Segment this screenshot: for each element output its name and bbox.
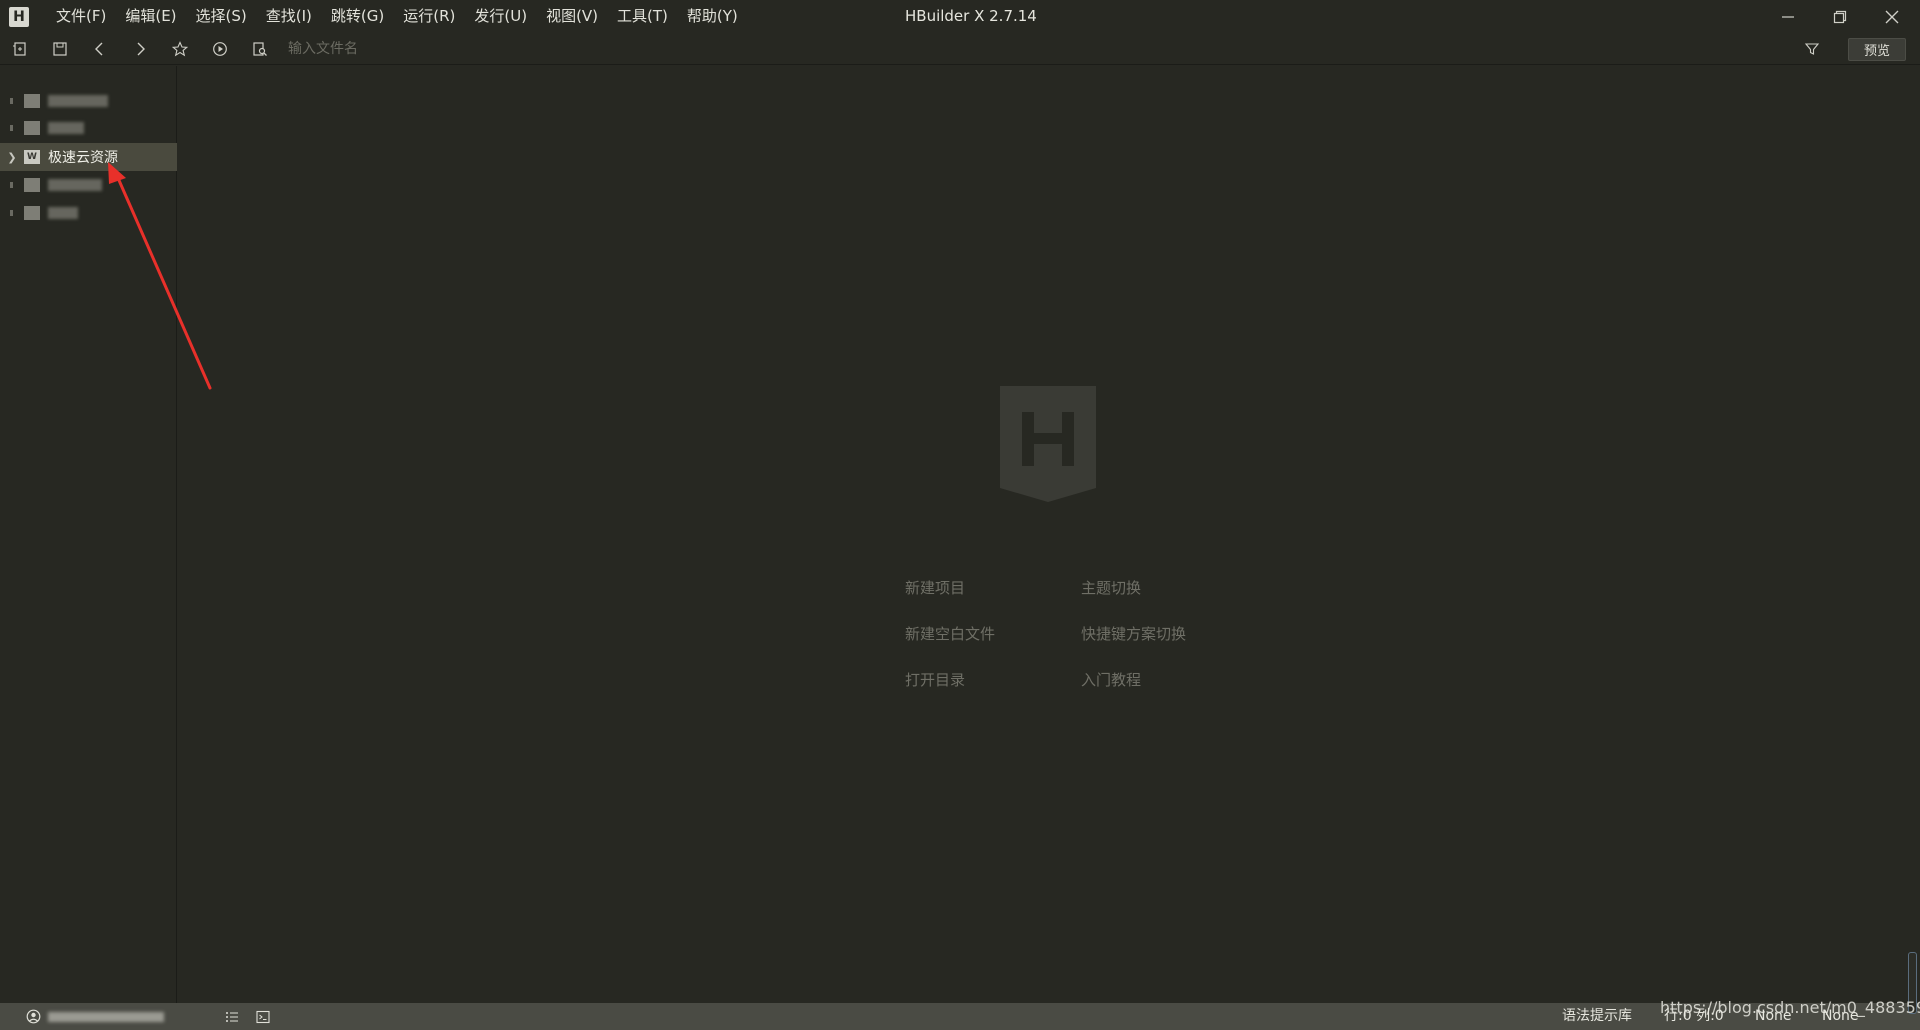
hbuilderx-window: H 文件(F) 编辑(E) 选择(S) 查找(I) 跳转(G) 运行(R) 发行… [0, 0, 1920, 1030]
restore-icon [1833, 10, 1847, 23]
tree-indicator [10, 125, 13, 131]
obscured-project-label [48, 207, 78, 219]
menu-publish[interactable]: 发行(U) [465, 0, 537, 33]
save-button[interactable] [40, 33, 80, 65]
project-item-jisuyun[interactable]: ❯ W 极速云资源 [0, 143, 177, 171]
filter-icon [1804, 43, 1820, 55]
menu-select[interactable]: 选择(S) [187, 0, 257, 33]
new-file-button[interactable] [0, 33, 40, 65]
obscured-project-label [48, 122, 84, 134]
syntax-library-button[interactable]: 语法提示库 [1562, 1003, 1632, 1030]
obscured-project-label [48, 179, 102, 191]
project-item-obscured-2[interactable] [0, 114, 177, 142]
back-button[interactable] [80, 33, 120, 65]
save-icon [53, 41, 67, 56]
obscured-project-label [48, 95, 108, 107]
close-button[interactable] [1866, 0, 1918, 33]
user-account-icon[interactable] [26, 1009, 41, 1024]
menu-view[interactable]: 视图(V) [537, 0, 608, 33]
project-item-obscured-3[interactable] [0, 171, 177, 199]
project-label: 极速云资源 [48, 150, 118, 166]
close-icon [1885, 10, 1899, 23]
tree-indicator [10, 210, 13, 216]
browse-button[interactable] [240, 33, 280, 65]
menu-file[interactable]: 文件(F) [47, 0, 116, 33]
project-icon [24, 206, 40, 220]
back-icon [95, 42, 103, 55]
hbuilder-logo-icon [1000, 386, 1096, 502]
welcome-page: 新建项目 主题切换 新建空白文件 快捷键方案切换 打开目录 入门教程 [178, 66, 1920, 1003]
menu-tools[interactable]: 工具(T) [608, 0, 678, 33]
favorite-button[interactable] [160, 33, 200, 65]
preview-button[interactable]: 预览 [1848, 38, 1906, 61]
menu-bar: 文件(F) 编辑(E) 选择(S) 查找(I) 跳转(G) 运行(R) 发行(U… [47, 0, 748, 33]
project-item-obscured-4[interactable] [0, 199, 177, 227]
theme-switch-link[interactable]: 主题切换 [1081, 577, 1141, 598]
keymap-switch-link[interactable]: 快捷键方案切换 [1081, 623, 1186, 644]
toolbar: 预览 [0, 33, 1920, 65]
tree-indicator [10, 98, 13, 104]
minimize-icon [1782, 15, 1794, 18]
project-icon [24, 94, 40, 108]
tree-indicator [10, 182, 13, 188]
menu-help[interactable]: 帮助(Y) [678, 0, 748, 33]
forward-button[interactable] [120, 33, 160, 65]
window-title: HBuilder X 2.7.14 [905, 7, 1037, 25]
run-button[interactable] [200, 33, 240, 65]
web-project-icon: W [24, 150, 40, 164]
getting-started-link[interactable]: 入门教程 [1081, 669, 1141, 690]
new-file-icon [13, 41, 26, 56]
project-icon [24, 178, 40, 192]
project-sidebar: ❯ W 极速云资源 [0, 66, 177, 1003]
minimize-button[interactable] [1762, 0, 1814, 33]
watermark-text: https://blog.csdn.net/m0_48835920 [1660, 998, 1920, 1017]
title-bar: H 文件(F) 编辑(E) 选择(S) 查找(I) 跳转(G) 运行(R) 发行… [0, 0, 1920, 33]
new-project-link[interactable]: 新建项目 [905, 577, 965, 598]
obscured-user-name [48, 1012, 164, 1022]
app-logo-icon[interactable]: H [9, 6, 29, 27]
filter-button[interactable] [1792, 33, 1832, 65]
file-search-input[interactable] [288, 36, 888, 61]
open-directory-link[interactable]: 打开目录 [905, 669, 965, 690]
menu-edit[interactable]: 编辑(E) [116, 0, 186, 33]
project-icon [24, 121, 40, 135]
restore-button[interactable] [1814, 0, 1866, 33]
status-bar: 语法提示库 行:0 列:0 None None [0, 1003, 1920, 1030]
menu-goto[interactable]: 跳转(G) [322, 0, 394, 33]
outline-list-icon[interactable] [225, 1010, 239, 1024]
menu-find[interactable]: 查找(I) [257, 0, 322, 33]
project-item-obscured-1[interactable] [0, 87, 177, 115]
star-icon [172, 40, 188, 56]
chevron-right-icon[interactable]: ❯ [6, 151, 18, 164]
run-icon [213, 41, 227, 56]
forward-icon [137, 42, 145, 55]
menu-run[interactable]: 运行(R) [394, 0, 465, 33]
terminal-icon[interactable] [256, 1010, 270, 1024]
new-blank-file-link[interactable]: 新建空白文件 [905, 623, 995, 644]
browse-file-icon [253, 41, 267, 56]
